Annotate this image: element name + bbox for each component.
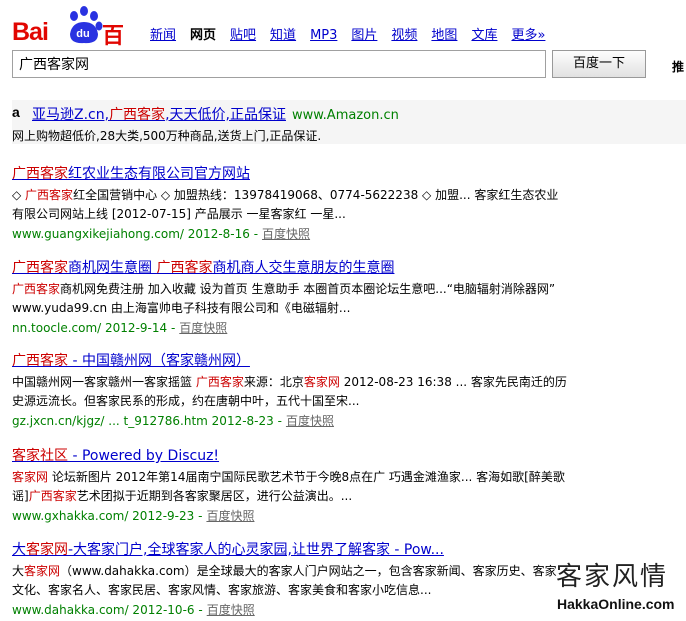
amazon-logo-icon: a [12,104,20,120]
result-title-text: 大 [12,542,26,558]
result-url-row: www.dahakka.com/ 2012-10-6 - 百度快照 [12,601,568,618]
result-desc-keyword: 广西客家 [195,375,244,389]
ad-title-row: 亚马逊Z.cn,广西客家,天天低价,正品保证 www.Amazon.cn [32,104,399,124]
result-title-text: - Powered by Discuz! [68,448,220,464]
result-url-row: gz.jxcn.cn/kjgz/ ... t_912786.htm 2012-8… [12,412,568,429]
result-description: 中国赣州网一客家赣州一客家摇篮 广西客家来源：北京客家网 2012-08-23 … [12,373,568,411]
nav-video[interactable]: 视频 [391,28,417,43]
result-url: www.gxhakka.com/ 2012-9-23 - [12,509,203,523]
result-url-row: nn.toocle.com/ 2012-9-14 - 百度快照 [12,319,568,336]
search-result: 广西客家红农业生态有限公司官方网站 ◇ 广西客家红全国营销中心 ◇ 加盟热线：1… [12,163,568,242]
result-desc-text: 中国赣州网一客家赣州一客家摇篮 [12,375,196,389]
result-desc-keyword: 客家网 [303,375,340,389]
result-desc-keyword: 广西客家 [28,489,77,503]
result-title-keyword: 广西客家 [12,166,68,182]
result-desc-keyword: 广西客家 [12,282,61,296]
nav-web[interactable]: 网页 [190,28,216,43]
nav-news[interactable]: 新闻 [150,28,176,43]
result-title-text: 商机网生意圈 [68,260,157,276]
result-title-keyword: 客家网 [26,542,68,558]
top-nav: 新闻 网页 贴吧 知道 MP3 图片 视频 地图 文库 更多» [150,24,559,43]
ad-title-pre: 亚马逊Z.cn, [32,107,110,123]
result-description: 大客家网（www.dahakka.com）是全球最大的客家人门户网站之一，包含客… [12,562,568,600]
result-title-text: - 中国赣州网（客家赣州网） [68,353,250,369]
result-url: www.guangxikejiahong.com/ 2012-8-16 - [12,227,259,241]
result-desc-keyword: 客家网 [12,470,49,484]
result-desc-text: 大 [12,564,25,578]
nav-mp3[interactable]: MP3 [310,28,337,43]
ad-title-keyword: 广西客家 [109,107,166,123]
result-title-link[interactable]: 大客家网-大客家门户,全球客家人的心灵家园,让世界了解客家 - Pow... [12,542,444,558]
result-url: nn.toocle.com/ 2012-9-14 - [12,321,176,335]
result-desc-text: ◇ [12,188,26,202]
search-result: 广西客家 - 中国赣州网（客家赣州网） 中国赣州网一客家赣州一客家摇篮 广西客家… [12,350,568,429]
result-title-link[interactable]: 客家社区 - Powered by Discuz! [12,448,219,464]
result-url-row: www.gxhakka.com/ 2012-9-23 - 百度快照 [12,507,568,524]
result-title-text: 红农业生态有限公司官方网站 [68,166,250,182]
advanced-search-link[interactable]: 推 [672,58,684,75]
result-title-link[interactable]: 广西客家商机网生意圈 广西客家商机商人交生意朋友的生意圈 [12,260,394,276]
result-desc-text: 商机网免费注册 加入收藏 设为首页 生意助手 本圈首页本圈论坛生意吧...“电脑… [12,282,556,315]
result-title-keyword: 广西客家 [12,353,68,369]
search-input[interactable] [12,50,546,78]
nav-zhidao[interactable]: 知道 [270,28,296,43]
result-desc-text: 艺术团拟于近期到各客家聚居区，进行公益演出。... [76,489,353,503]
result-description: 客家网 论坛新图片 2012年第14届南宁国际民歌艺术节于今晚8点在广 巧遇金滩… [12,468,568,506]
snapshot-link[interactable]: 百度快照 [286,414,334,428]
ad-description: 网上购物超低价,28大类,500万种商品,送货上门,正品保证. [12,129,322,143]
logo-text-du: du [76,28,90,40]
result-title-keyword: 客家社区 [12,448,68,464]
search-button[interactable]: 百度一下 [552,50,646,78]
sponsored-result: a 亚马逊Z.cn,广西客家,天天低价,正品保证 www.Amazon.cn 网上… [12,100,686,144]
logo-text-bai: Bai [12,18,49,46]
result-url: www.dahakka.com/ 2012-10-6 - [12,603,203,617]
watermark-site: HakkaOnline.com [557,596,675,612]
result-url: gz.jxcn.cn/kjgz/ ... t_912786.htm 2012-8… [12,414,282,428]
nav-map[interactable]: 地图 [431,28,457,43]
result-title-text: 商机商人交生意朋友的生意圈 [212,260,395,276]
baidu-logo[interactable]: Bai du 百度 [12,6,132,81]
search-result: 大客家网-大客家门户,全球客家人的心灵家园,让世界了解客家 - Pow... 大… [12,539,568,618]
result-desc-text: （www.dahakka.com）是全球最大的客家人门户网站之一，包含客家新闻、… [12,564,557,597]
result-title-link[interactable]: 广西客家 - 中国赣州网（客家赣州网） [12,353,250,369]
ad-title-post: ,天天低价,正品保证 [165,107,286,123]
nav-tieba[interactable]: 贴吧 [230,28,256,43]
nav-more[interactable]: 更多» [511,28,545,43]
nav-images[interactable]: 图片 [351,28,377,43]
watermark: 客家风情 HakkaOnline.com [556,556,684,618]
result-desc-text: 来源：北京 [243,375,304,389]
paw-icon [70,6,103,44]
result-description: ◇ 广西客家红全国营销中心 ◇ 加盟热线：13978419068、0774-56… [12,186,568,224]
result-title-keyword: 广西客家 [12,260,68,276]
snapshot-link[interactable]: 百度快照 [262,227,310,241]
snapshot-link[interactable]: 百度快照 [207,603,255,617]
snapshot-link[interactable]: 百度快照 [179,321,227,335]
nav-wenku[interactable]: 文库 [471,28,497,43]
watermark-calligraphy: 客家风情 [556,562,669,592]
result-title-link[interactable]: 广西客家红农业生态有限公司官方网站 [12,166,250,182]
result-desc-text: 红全国营销中心 ◇ 加盟热线：13978419068、0774-5622238 … [12,188,559,221]
ad-site: www.Amazon.cn [291,108,399,123]
result-title-text: -大客家门户,全球客家人的心灵家园,让世界了解客家 - Pow... [68,542,444,558]
search-result: 客家社区 - Powered by Discuz! 客家网 论坛新图片 2012… [12,445,568,524]
result-description: 广西客家商机网免费注册 加入收藏 设为首页 生意助手 本圈首页本圈论坛生意吧..… [12,280,568,318]
search-result: 广西客家商机网生意圈 广西客家商机商人交生意朋友的生意圈 广西客家商机网免费注册… [12,257,568,336]
result-title-keyword: 广西客家 [156,260,213,276]
ad-title-link[interactable]: 亚马逊Z.cn,广西客家,天天低价,正品保证 [32,107,286,123]
snapshot-link[interactable]: 百度快照 [206,509,254,523]
result-url-row: www.guangxikejiahong.com/ 2012-8-16 - 百度快… [12,225,568,242]
result-desc-keyword: 广西客家 [25,188,74,202]
result-desc-keyword: 客家网 [24,564,61,578]
